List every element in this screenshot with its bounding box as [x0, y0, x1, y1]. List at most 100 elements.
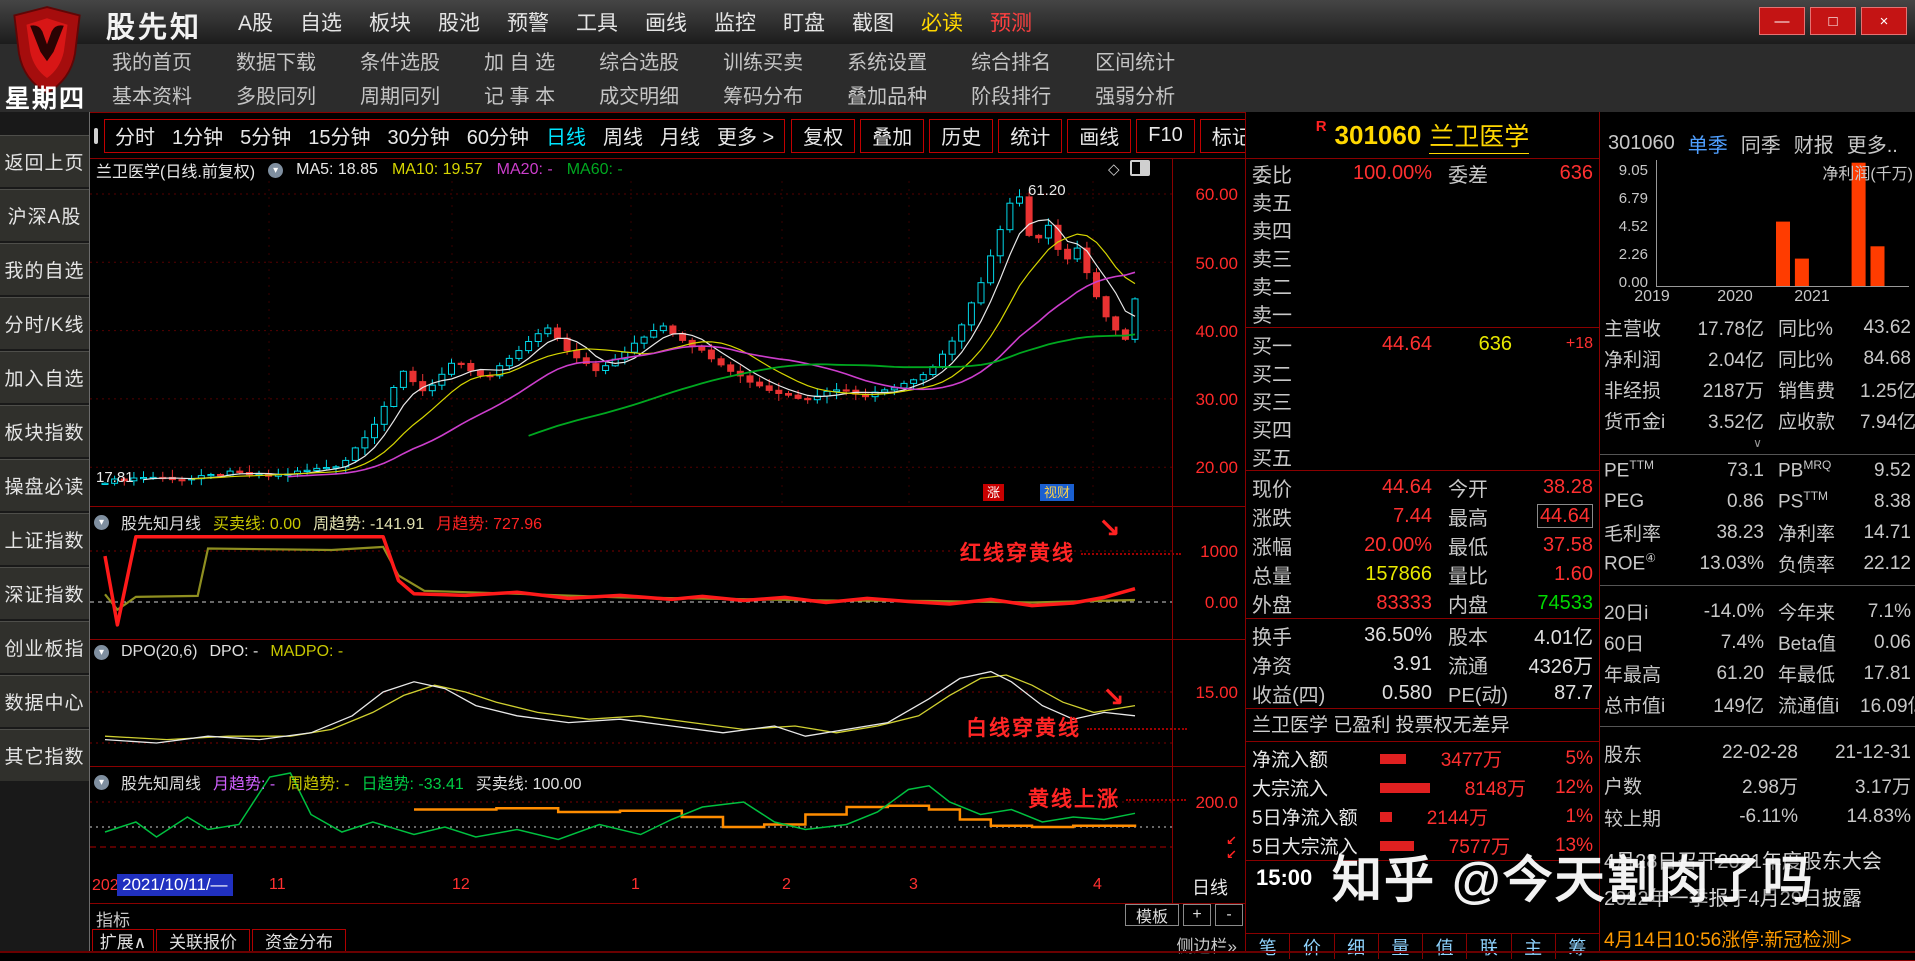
mini-tab-价[interactable]: 价 — [1289, 934, 1333, 959]
menu2-item[interactable]: 我的首页 — [112, 46, 192, 75]
period-tab-更多 >[interactable]: 更多 > — [717, 121, 774, 150]
sidebar-item-板块指数[interactable]: 板块指数 — [0, 405, 89, 457]
menu2-item[interactable]: 综合排名 — [971, 46, 1051, 75]
period-tab-60分钟[interactable]: 60分钟 — [467, 121, 529, 150]
date-axis[interactable]: 202 2021/10/11/— 11121234 日线 — [90, 869, 1245, 904]
action-F10[interactable]: F10 — [1136, 119, 1194, 153]
menu3-item[interactable]: 阶段排行 — [971, 80, 1051, 109]
action-统计[interactable]: 统计 — [998, 119, 1062, 153]
menu2-item[interactable]: 综合选股 — [599, 46, 679, 75]
sidebar-item-上证指数[interactable]: 上证指数 — [0, 513, 89, 565]
period-tab-周线[interactable]: 周线 — [603, 121, 643, 150]
sidebar-item-我的自选[interactable]: 我的自选 — [0, 243, 89, 295]
finance-tab-同季[interactable]: 同季 — [1741, 129, 1781, 158]
menu3-item[interactable]: 基本资料 — [112, 80, 192, 109]
menu3-item[interactable]: 周期同列 — [360, 80, 440, 109]
rise-badge[interactable]: 涨 — [983, 484, 1004, 501]
sidebar-item-创业板指[interactable]: 创业板指 — [0, 621, 89, 673]
menu-item-预测[interactable]: 预测 — [990, 7, 1032, 37]
sidepanel-expand-button[interactable]: 侧边栏» — [1177, 932, 1237, 957]
indicator-panel-weekly[interactable]: ▾股先知周线月趋势: -周趋势: -日趋势: -33.41买卖线: 100.00… — [90, 766, 1245, 870]
mini-tab-笔[interactable]: 笔 — [1246, 934, 1289, 959]
menu3-item[interactable]: 强弱分析 — [1095, 80, 1175, 109]
collapse-icon[interactable]: ▾ — [94, 775, 109, 790]
menu-item-监控[interactable]: 监控 — [714, 7, 756, 37]
candlestick-panel[interactable]: 61.20 17.81 涨 视财 60.0050.0040.0030.0020.… — [90, 181, 1245, 506]
limit-up-alert[interactable]: 4月14日10:56涨停:新冠检测> — [1600, 925, 1915, 961]
mini-tab-细[interactable]: 细 — [1334, 934, 1378, 959]
sidebar-item-操盘必读[interactable]: 操盘必读 — [0, 459, 89, 511]
menu-item-股池[interactable]: 股池 — [438, 7, 480, 37]
minimize-button[interactable]: — — [1759, 7, 1805, 35]
menu-item-自选[interactable]: 自选 — [300, 7, 342, 37]
menu2-item[interactable]: 数据下载 — [236, 46, 316, 75]
period-tab-30分钟[interactable]: 30分钟 — [388, 121, 450, 150]
collapse-icon[interactable]: ▾ — [94, 645, 109, 660]
sidebar-item-分时/K线[interactable]: 分时/K线 — [0, 297, 89, 349]
template-button[interactable]: 模板 — [1125, 904, 1179, 926]
indicator-panel-monthly[interactable]: ▾股先知月线买卖线: 0.00周趋势: -141.91月趋势: 727.96 1… — [90, 506, 1245, 640]
collapse-icon[interactable]: ▾ — [268, 163, 283, 178]
bid-label: 买五 — [1252, 442, 1336, 471]
menu3-item[interactable]: 成交明细 — [599, 80, 679, 109]
menu2-item[interactable]: 条件选股 — [360, 46, 440, 75]
action-历史[interactable]: 历史 — [929, 119, 993, 153]
date-tick: 11 — [269, 876, 286, 894]
sidebar-item-深证指数[interactable]: 深证指数 — [0, 567, 89, 619]
mini-tab-筹[interactable]: 筹 — [1555, 934, 1599, 959]
menu2-item[interactable]: 训练买卖 — [723, 46, 803, 75]
menu2-item[interactable]: 区间统计 — [1095, 46, 1175, 75]
collapse-icon[interactable]: ▾ — [94, 515, 109, 530]
sidebar-item-返回上页[interactable]: 返回上页 — [0, 135, 89, 187]
period-tab-15分钟[interactable]: 15分钟 — [308, 121, 370, 150]
panel-toggle-icon[interactable] — [94, 128, 98, 144]
mini-tab-联[interactable]: 联 — [1466, 934, 1510, 959]
period-tab-分时[interactable]: 分时 — [115, 121, 155, 150]
action-复权[interactable]: 复权 — [791, 119, 855, 153]
tab-expand[interactable]: 扩展∧ — [92, 929, 154, 952]
menu-item-截图[interactable]: 截图 — [852, 7, 894, 37]
tab-fund-distribution[interactable]: 资金分布 — [252, 929, 346, 952]
period-tab-1分钟[interactable]: 1分钟 — [172, 121, 223, 150]
menu2-item[interactable]: 系统设置 — [847, 46, 927, 75]
stock-name[interactable]: 兰卫医学 — [1429, 117, 1529, 154]
section-chevron-icon[interactable]: ∨ — [1600, 436, 1915, 455]
finance-tab-财报[interactable]: 财报 — [1794, 129, 1834, 158]
zoom-out-button[interactable]: - — [1215, 904, 1243, 926]
menu-item-画线[interactable]: 画线 — [645, 7, 687, 37]
menu-item-必读[interactable]: 必读 — [921, 7, 963, 37]
menu-item-预警[interactable]: 预警 — [507, 7, 549, 37]
menu2-item[interactable]: 加 自 选 — [484, 46, 555, 75]
finance-tab-更多..[interactable]: 更多.. — [1847, 129, 1898, 158]
sidebar-item-数据中心[interactable]: 数据中心 — [0, 675, 89, 727]
maximize-button[interactable]: □ — [1810, 7, 1856, 35]
menu3-item[interactable]: 叠加品种 — [847, 80, 927, 109]
finance-tab-单季[interactable]: 单季 — [1688, 129, 1728, 158]
menu3-item[interactable]: 记 事 本 — [484, 80, 555, 109]
menu3-item[interactable]: 多股同列 — [236, 80, 316, 109]
action-叠加[interactable]: 叠加 — [860, 119, 924, 153]
action-画线[interactable]: 画线 — [1067, 119, 1131, 153]
sidebar-item-其它指数[interactable]: 其它指数 — [0, 729, 89, 781]
menu3-item[interactable]: 筹码分布 — [723, 80, 803, 109]
menu-item-盯盘[interactable]: 盯盘 — [783, 7, 825, 37]
period-tab-5分钟[interactable]: 5分钟 — [240, 121, 291, 150]
menu-item-工具[interactable]: 工具 — [576, 7, 618, 37]
caifu-badge[interactable]: 视财 — [1040, 484, 1074, 501]
sidebar-item-沪深A股[interactable]: 沪深A股 — [0, 189, 89, 241]
mini-tab-量[interactable]: 量 — [1378, 934, 1422, 959]
diamond-marker-icon[interactable]: ◇ — [1108, 160, 1120, 178]
quote-stat-row: 收益(四)0.580PE(动)87.7 — [1246, 679, 1599, 708]
indicator-panel-dpo[interactable]: ▾DPO(20,6)DPO: -MADPO: - 15.00 白线穿黄线 ↘ — [90, 639, 1245, 767]
menu-item-板块[interactable]: 板块 — [369, 7, 411, 37]
menu-item-A股[interactable]: A股 — [238, 7, 273, 37]
mini-tab-值[interactable]: 值 — [1422, 934, 1466, 959]
period-tab-日线[interactable]: 日线 — [546, 121, 586, 150]
mini-tab-主[interactable]: 主 — [1511, 934, 1555, 959]
sidepanel-toggle-icon[interactable] — [1130, 160, 1150, 176]
tab-linked-quotes[interactable]: 关联报价 — [156, 929, 250, 952]
close-button[interactable]: × — [1861, 7, 1907, 35]
sidebar-item-加入自选[interactable]: 加入自选 — [0, 351, 89, 403]
zoom-in-button[interactable]: + — [1183, 904, 1211, 926]
period-tab-月线[interactable]: 月线 — [660, 121, 700, 150]
